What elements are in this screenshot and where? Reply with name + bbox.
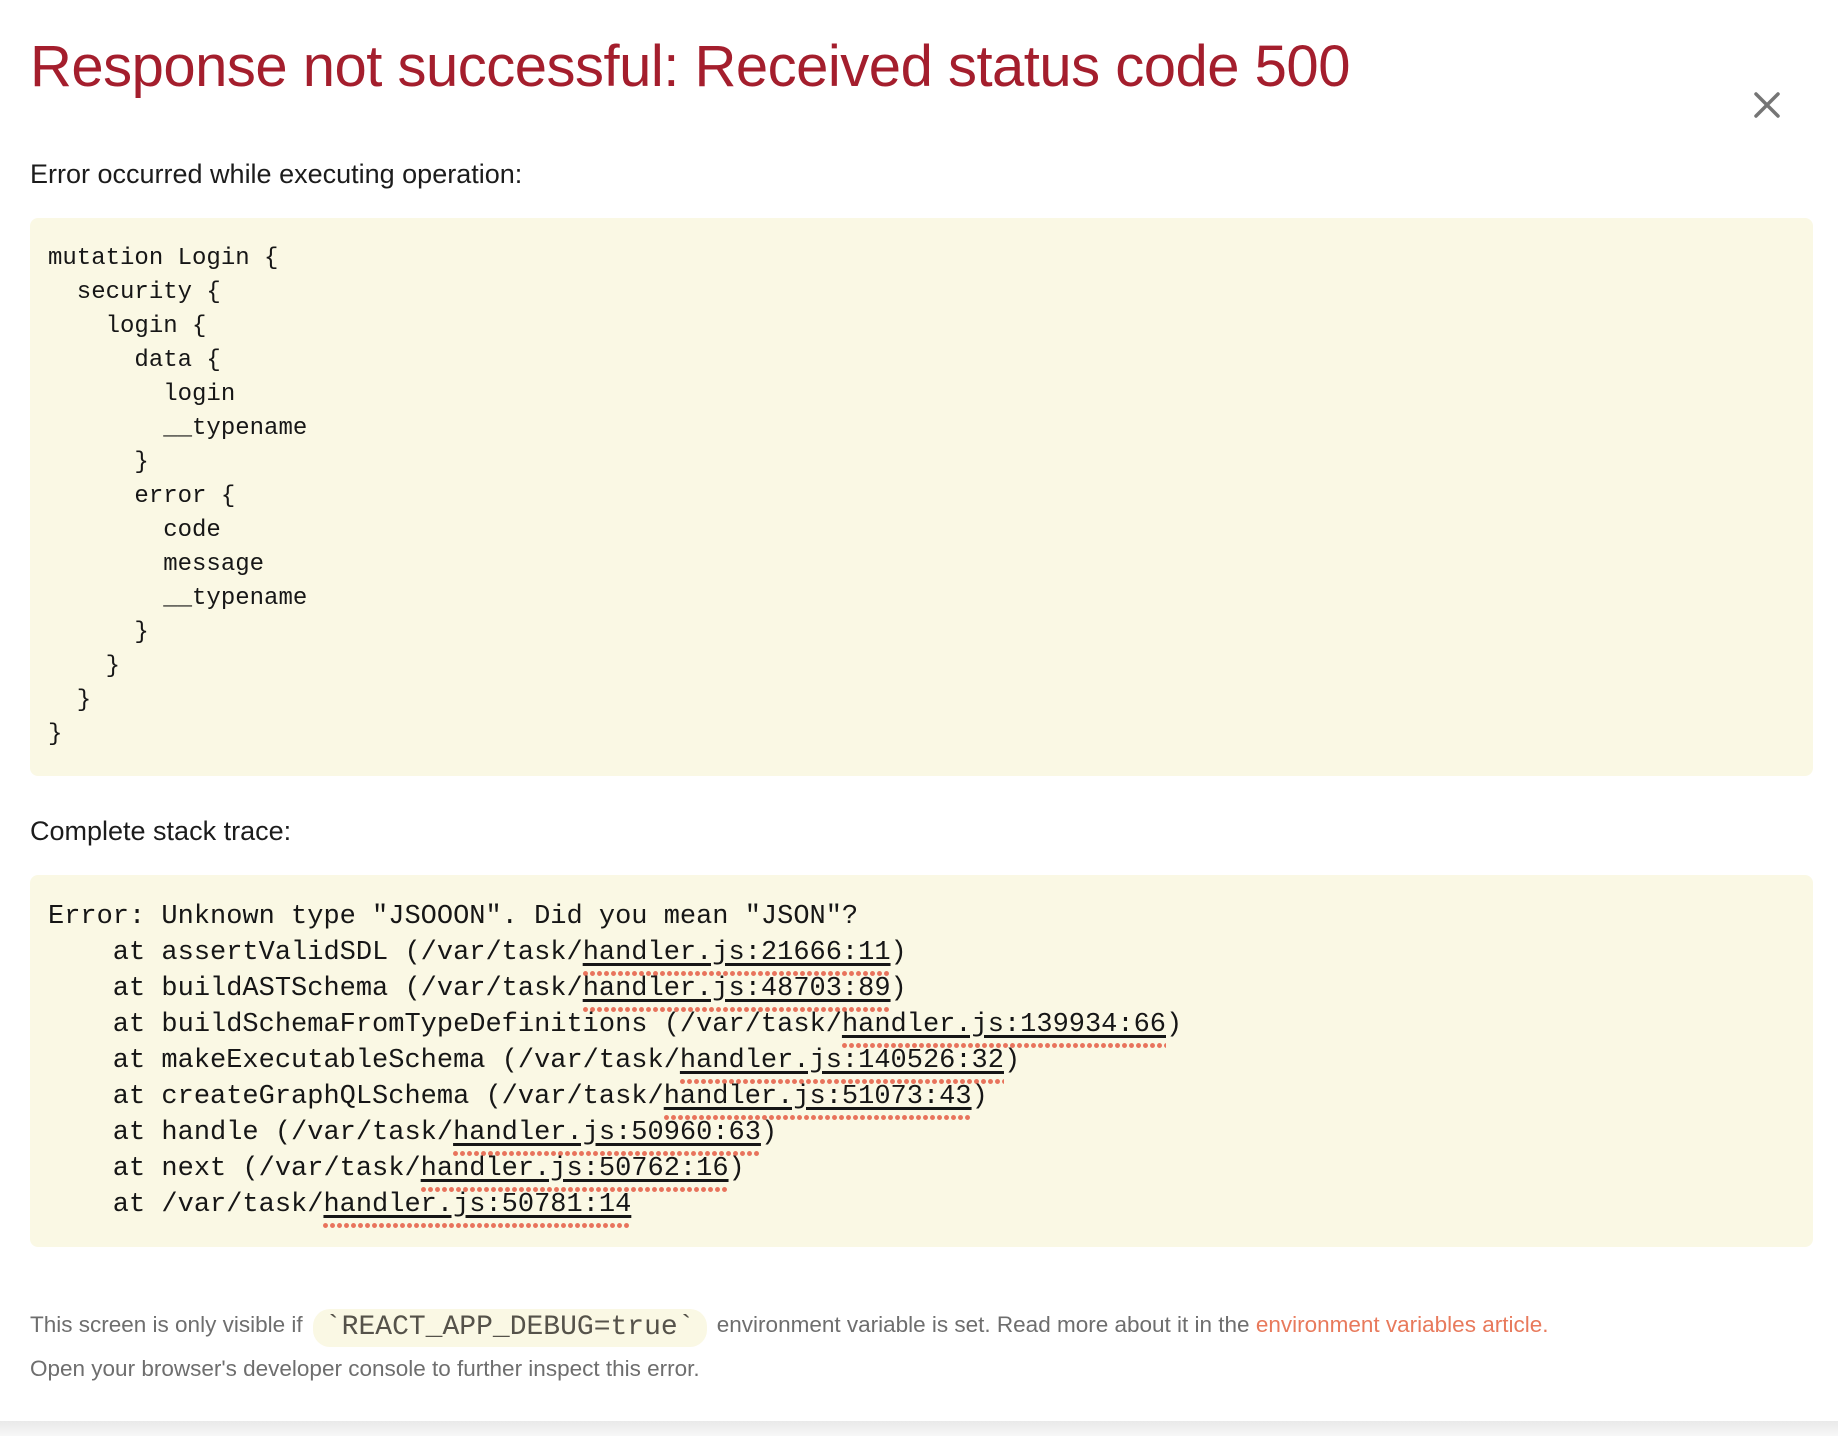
stack-trace-line: Error: Unknown type "JSOOON". Did you me… [48,899,1795,935]
env-debug-pill: `REACT_APP_DEBUG=true` [313,1309,707,1347]
operation-code: mutation Login { security { login { data… [48,242,1795,752]
footer-visible-if-text: This screen is only visible if [30,1312,309,1337]
stack-trace-line: at handle (/var/task/handler.js:50960:63… [48,1115,1795,1151]
close-icon [1752,90,1782,120]
operation-label: Error occurred while executing operation… [30,159,1813,190]
stack-trace-line: at buildASTSchema (/var/task/handler.js:… [48,971,1795,1007]
environment-variables-link[interactable]: environment variables article [1256,1312,1542,1337]
stack-trace-line: at assertValidSDL (/var/task/handler.js:… [48,935,1795,971]
stack-location: handler.js:140526:32 [680,1046,1004,1084]
stack-trace-line: at createGraphQLSchema (/var/task/handle… [48,1079,1795,1115]
close-button[interactable] [1750,88,1784,122]
stack-location: handler.js:51073:43 [664,1082,972,1120]
operation-section: Error occurred while executing operation… [30,159,1813,776]
bottom-shadow [0,1421,1838,1436]
error-dialog: Response not successful: Received status… [0,34,1838,1436]
stack-location: handler.js:21666:11 [583,938,891,976]
dialog-title: Response not successful: Received status… [30,34,1813,101]
stack-label: Complete stack trace: [30,816,1813,847]
stack-trace-line: at next (/var/task/handler.js:50762:16) [48,1151,1795,1187]
footer-note-line1: This screen is only visible if `REACT_AP… [30,1303,1813,1347]
stack-location: handler.js:48703:89 [583,974,891,1012]
stack-trace-line: at buildSchemaFromTypeDefinitions (/var/… [48,1007,1795,1043]
stack-trace-code: Error: Unknown type "JSOOON". Did you me… [48,899,1795,1223]
stack-section: Complete stack trace: Error: Unknown typ… [30,816,1813,1247]
stack-location: handler.js:50762:16 [421,1154,729,1192]
stack-location: handler.js:50960:63 [453,1118,761,1156]
footer: This screen is only visible if `REACT_AP… [30,1303,1813,1390]
stack-trace-block: Error: Unknown type "JSOOON". Did you me… [30,875,1813,1247]
operation-code-block: mutation Login { security { login { data… [30,218,1813,776]
stack-trace-line: at makeExecutableSchema (/var/task/handl… [48,1043,1795,1079]
footer-link-suffix: . [1542,1312,1548,1337]
footer-note-line2: Open your browser's developer console to… [30,1347,1813,1390]
stack-trace-line: at /var/task/handler.js:50781:14 [48,1187,1795,1223]
stack-location: handler.js:139934:66 [842,1010,1166,1048]
footer-env-set-text: environment variable is set. Read more a… [711,1312,1256,1337]
stack-location: handler.js:50781:14 [323,1190,631,1228]
